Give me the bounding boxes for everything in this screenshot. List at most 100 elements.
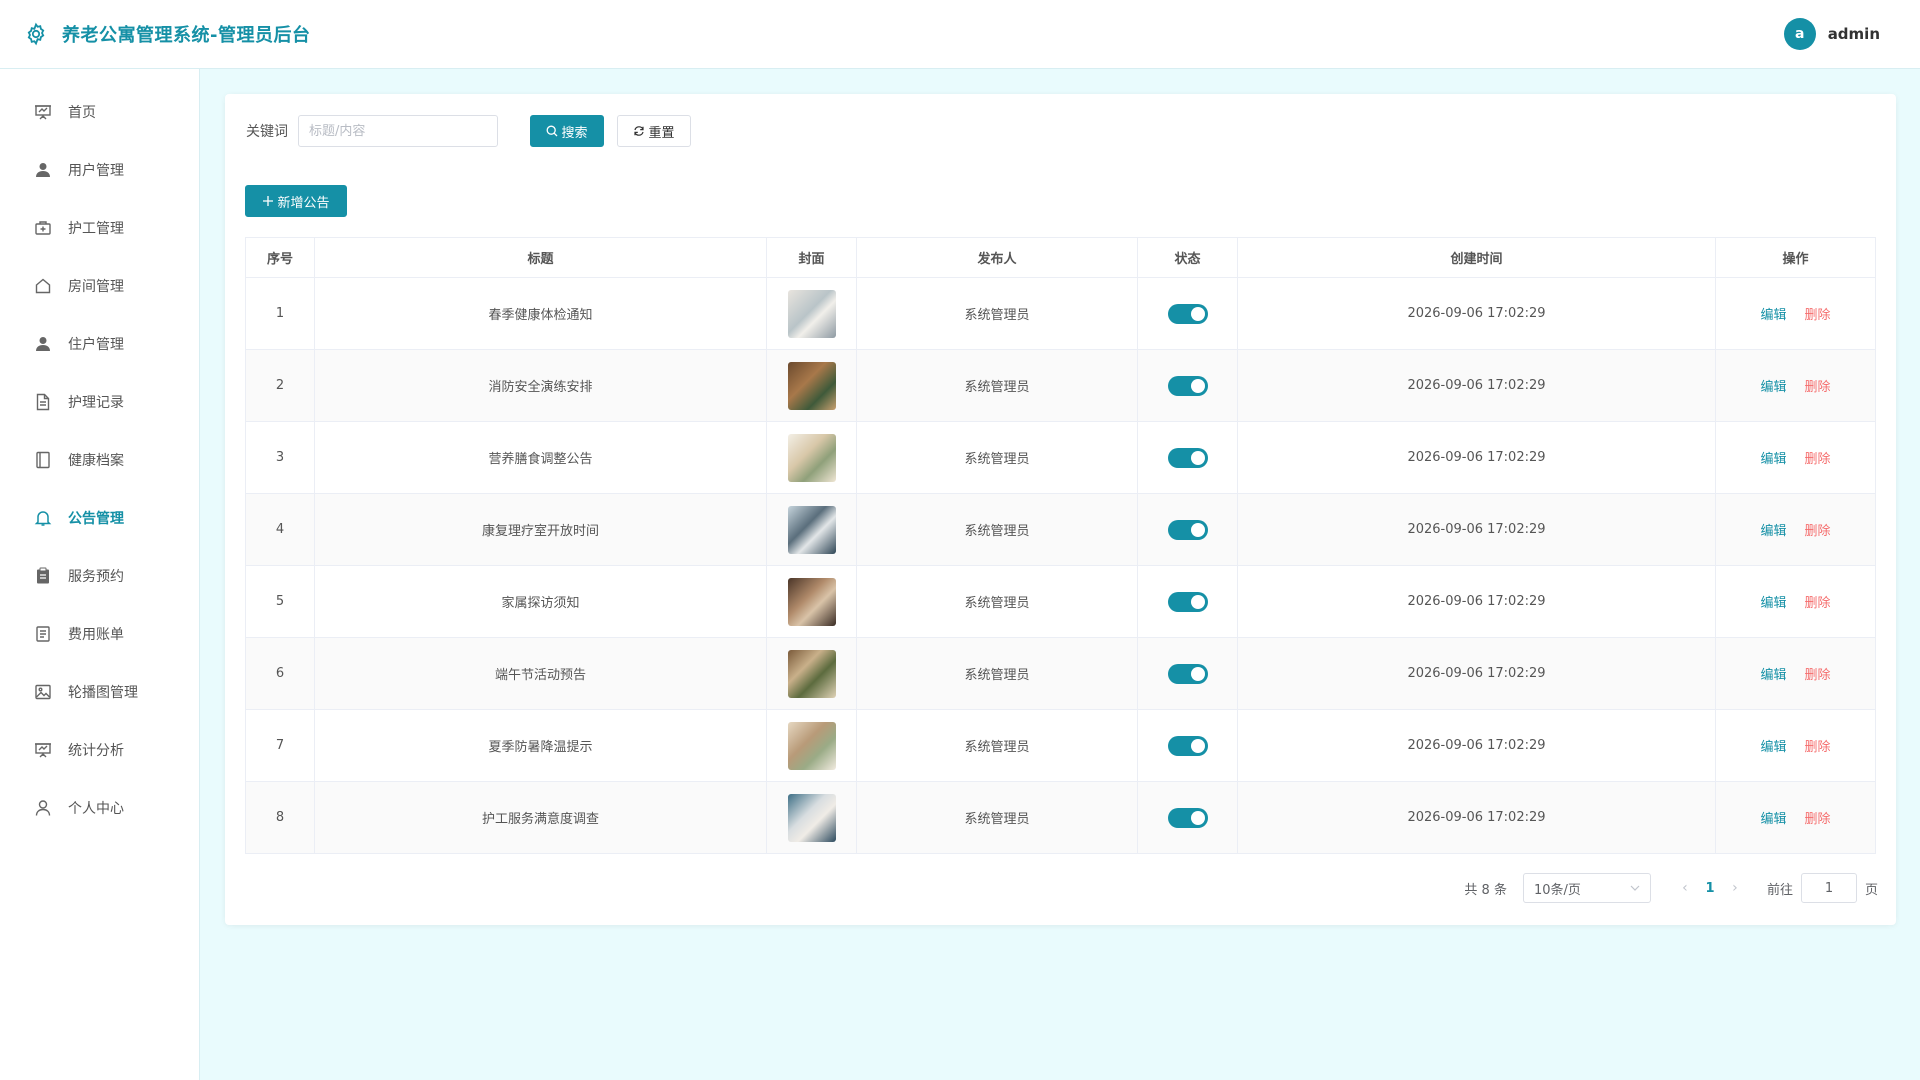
avatar[interactable]: a <box>1783 18 1816 50</box>
user-icon <box>36 337 50 351</box>
cell-index: 6 <box>245 637 315 710</box>
edit-link[interactable]: 编辑 <box>1760 668 1786 683</box>
cell-cover <box>766 421 857 494</box>
sidebar-item-residents[interactable]: 住户管理 <box>0 315 199 373</box>
goto-page-input[interactable] <box>1800 873 1857 903</box>
sidebar-item-profile[interactable]: 个人中心 <box>0 779 199 837</box>
keyword-label: 关键词 <box>246 124 288 140</box>
status-toggle[interactable] <box>1167 807 1208 828</box>
clipboard-icon <box>37 567 49 584</box>
status-toggle[interactable] <box>1167 375 1208 396</box>
delete-link[interactable]: 删除 <box>1805 668 1831 683</box>
cell-title: 消防安全演练安排 <box>314 349 767 422</box>
cell-status <box>1137 493 1238 566</box>
sidebar-item-statistics[interactable]: 统计分析 <box>0 721 199 779</box>
presentation-icon <box>35 105 51 120</box>
cover-thumbnail[interactable] <box>787 505 836 554</box>
edit-link[interactable]: 编辑 <box>1760 380 1786 395</box>
search-button[interactable]: 搜索 <box>530 115 604 147</box>
delete-link[interactable]: 删除 <box>1805 740 1831 755</box>
column-header-actions: 操作 <box>1715 237 1876 278</box>
cell-actions: 编辑 删除 <box>1715 493 1876 566</box>
sidebar-item-home[interactable]: 首页 <box>0 83 199 141</box>
table-row: 4 康复理疗室开放时间 系统管理员 2026-09-06 17:02:29 编辑… <box>245 493 1876 566</box>
cell-title: 春季健康体检通知 <box>314 277 767 350</box>
delete-link[interactable]: 删除 <box>1805 452 1831 467</box>
table-row: 2 消防安全演练安排 系统管理员 2026-09-06 17:02:29 编辑 删… <box>245 349 1876 422</box>
delete-link[interactable]: 删除 <box>1805 812 1831 827</box>
reset-button[interactable]: 重置 <box>617 115 691 147</box>
edit-link[interactable]: 编辑 <box>1760 452 1786 467</box>
sidebar-item-label: 公告管理 <box>68 511 124 527</box>
keyword-input[interactable] <box>298 115 498 147</box>
sidebar-item-label: 健康档案 <box>68 453 124 469</box>
sidebar-item-bills[interactable]: 费用账单 <box>0 605 199 663</box>
top-header: 养老公寓管理系统-管理员后台 a admin <box>0 0 1920 69</box>
edit-link[interactable]: 编辑 <box>1760 596 1786 611</box>
cell-created: 2026-09-06 17:02:29 <box>1237 277 1716 350</box>
cell-created: 2026-09-06 17:02:29 <box>1237 637 1716 710</box>
cell-cover <box>766 781 857 854</box>
status-toggle[interactable] <box>1167 303 1208 324</box>
cell-publisher: 系统管理员 <box>856 493 1138 566</box>
status-toggle[interactable] <box>1167 447 1208 468</box>
table-row: 6 端午节活动预告 系统管理员 2026-09-06 17:02:29 编辑 删除 <box>245 637 1876 710</box>
cover-thumbnail[interactable] <box>787 793 836 842</box>
status-toggle[interactable] <box>1167 663 1208 684</box>
user-outline-icon <box>35 800 51 816</box>
cell-actions: 编辑 删除 <box>1715 781 1876 854</box>
sidebar-item-service-booking[interactable]: 服务预约 <box>0 547 199 605</box>
sidebar-item-users[interactable]: 用户管理 <box>0 141 199 199</box>
column-header-title: 标题 <box>314 237 767 278</box>
delete-link[interactable]: 删除 <box>1805 380 1831 395</box>
add-announcement-button[interactable]: 新增公告 <box>245 185 347 217</box>
status-toggle[interactable] <box>1167 519 1208 540</box>
cell-index: 2 <box>245 349 315 422</box>
username[interactable]: admin <box>1828 25 1880 43</box>
delete-link[interactable]: 删除 <box>1805 596 1831 611</box>
cell-created: 2026-09-06 17:02:29 <box>1237 493 1716 566</box>
cell-title: 夏季防暑降温提示 <box>314 709 767 782</box>
cell-cover <box>766 277 857 350</box>
sidebar-item-carousel[interactable]: 轮播图管理 <box>0 663 199 721</box>
cover-thumbnail[interactable] <box>787 433 836 482</box>
delete-link[interactable]: 删除 <box>1805 524 1831 539</box>
edit-link[interactable]: 编辑 <box>1760 812 1786 827</box>
cover-thumbnail[interactable] <box>787 577 836 626</box>
cell-index: 1 <box>245 277 315 350</box>
sidebar-item-care-records[interactable]: 护理记录 <box>0 373 199 431</box>
cell-index: 4 <box>245 493 315 566</box>
sidebar-item-announcements[interactable]: 公告管理 <box>0 489 199 547</box>
cell-cover <box>766 349 857 422</box>
edit-link[interactable]: 编辑 <box>1760 308 1786 323</box>
app-title: 养老公寓管理系统-管理员后台 <box>62 25 311 46</box>
cover-thumbnail[interactable] <box>787 649 836 698</box>
prev-page-button[interactable]: ‹ <box>1675 880 1695 896</box>
cover-thumbnail[interactable] <box>787 289 836 338</box>
cell-actions: 编辑 删除 <box>1715 277 1876 350</box>
page-size-select[interactable]: 10条/页 <box>1522 873 1651 903</box>
cover-thumbnail[interactable] <box>787 721 836 770</box>
table-row: 7 夏季防暑降温提示 系统管理员 2026-09-06 17:02:29 编辑 删… <box>245 709 1876 782</box>
status-toggle[interactable] <box>1167 591 1208 612</box>
sidebar-item-label: 房间管理 <box>68 279 124 295</box>
delete-link[interactable]: 删除 <box>1805 308 1831 323</box>
cell-status <box>1137 781 1238 854</box>
next-page-button[interactable]: › <box>1725 880 1745 896</box>
edit-link[interactable]: 编辑 <box>1760 740 1786 755</box>
cell-title: 康复理疗室开放时间 <box>314 493 767 566</box>
sidebar-item-caregivers[interactable]: 护工管理 <box>0 199 199 257</box>
cell-status <box>1137 565 1238 638</box>
column-header-cover: 封面 <box>766 237 857 278</box>
user-menu[interactable]: a admin <box>1783 18 1880 50</box>
cover-thumbnail[interactable] <box>787 361 836 410</box>
sidebar-item-rooms[interactable]: 房间管理 <box>0 257 199 315</box>
status-toggle[interactable] <box>1167 735 1208 756</box>
page-number-current[interactable]: 1 <box>1695 881 1725 896</box>
cell-created: 2026-09-06 17:02:29 <box>1237 421 1716 494</box>
edit-link[interactable]: 编辑 <box>1760 524 1786 539</box>
tickets-icon <box>36 626 50 642</box>
pagination: 共 8 条 10条/页 ‹ 1 › 前往 页 <box>1464 873 1878 903</box>
picture-icon <box>35 684 51 700</box>
sidebar-item-health-records[interactable]: 健康档案 <box>0 431 199 489</box>
